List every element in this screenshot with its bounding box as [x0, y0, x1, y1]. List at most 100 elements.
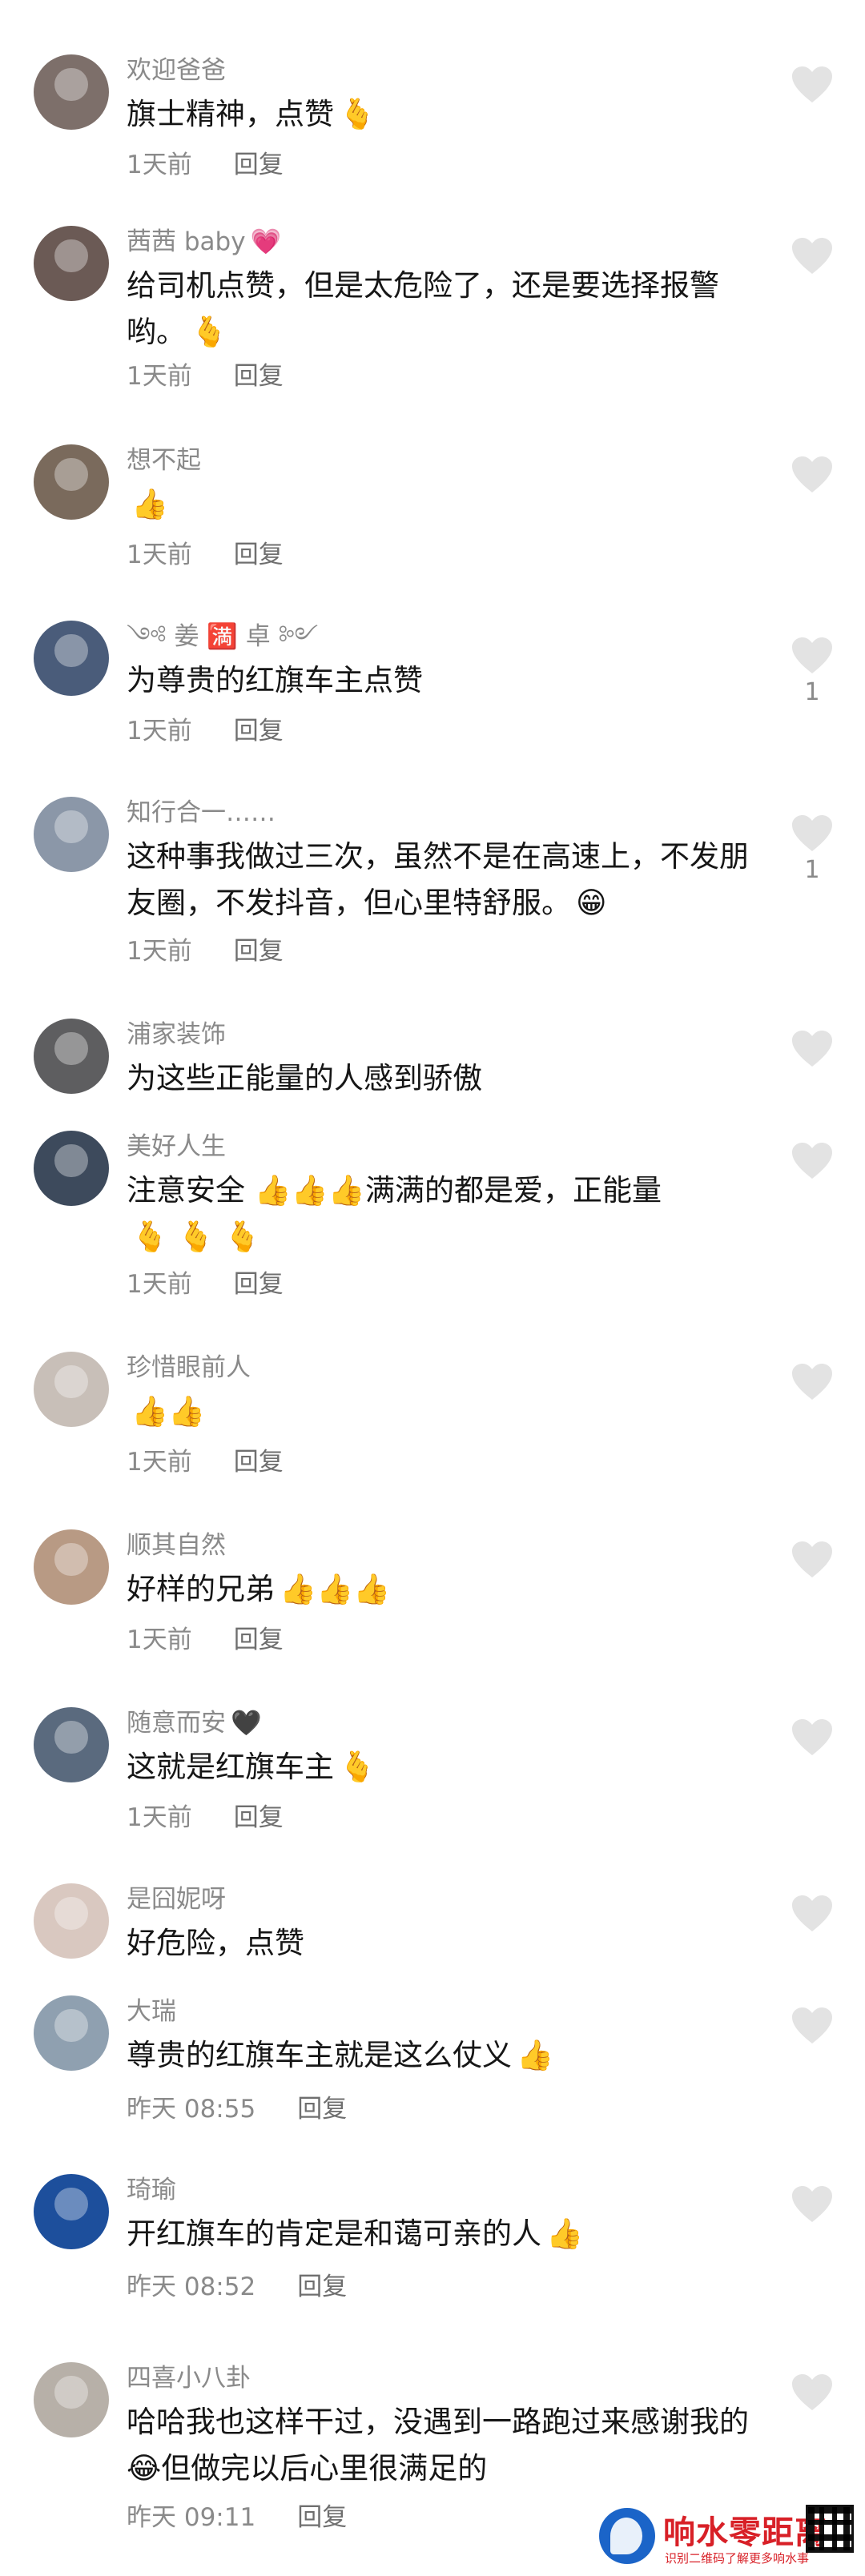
- comment-meta: 1天前 回复: [127, 935, 284, 967]
- avatar[interactable]: [34, 1131, 109, 1206]
- like-heart-icon[interactable]: [791, 237, 833, 275]
- comment-username[interactable]: 珍惜眼前人: [127, 1352, 251, 1384]
- avatar[interactable]: [34, 621, 109, 696]
- comment-time: 1天前: [127, 1626, 192, 1654]
- comment-body: 旗士精神，点赞: [127, 97, 334, 131]
- avatar[interactable]: [34, 1995, 109, 2071]
- comment-text: 哈哈我也这样干过，没遇到一路跑过来感谢我的😂但做完以后心里很满足的: [127, 2399, 751, 2492]
- comment-username[interactable]: 浦家装饰: [127, 1019, 226, 1051]
- comment-username[interactable]: 四喜小八卦: [127, 2362, 251, 2394]
- comment-item: 大瑞 尊贵的红旗车主就是这么仗义 👍 昨天 08:55 回复: [0, 1995, 865, 2124]
- comment-item: 浦家装饰为这些正能量的人感到骄傲: [0, 1019, 865, 1147]
- comment-username[interactable]: 顺其自然: [127, 1529, 226, 1561]
- reply-button[interactable]: 回复: [297, 2095, 347, 2124]
- comment-meta: 1天前 回复: [127, 149, 284, 181]
- watermark-title: 响水零距离: [663, 2514, 827, 2551]
- comment-item: ༺ 姜 🈵 卓 ༻ 为尊贵的红旗车主点赞 1天前 回复 1: [0, 621, 865, 749]
- watermark-subtitle: 识别二维码了解更多响水事: [665, 2551, 810, 2566]
- comment-username[interactable]: 随意而安 🖤: [127, 1707, 262, 1739]
- comment-emoji: 😁: [576, 886, 607, 920]
- comment-meta: 昨天 09:11 回复: [127, 2502, 347, 2534]
- comment-body: 开红旗车的肯定是和蔼可亲的人: [127, 2216, 541, 2251]
- reply-button[interactable]: 回复: [234, 1626, 284, 1654]
- comment-username[interactable]: 茜茜 baby 💗: [127, 226, 281, 258]
- comment-emoji: 👍: [131, 487, 169, 521]
- like-heart-icon[interactable]: [791, 1030, 833, 1068]
- comment-time: 1天前: [127, 1803, 192, 1832]
- comment-text: 这就是红旗车主 🫰: [127, 1744, 751, 1790]
- reply-button[interactable]: 回复: [234, 717, 284, 745]
- comment-text: 👍: [127, 481, 751, 528]
- comment-body: 哈哈我也这样干过，没遇到一路跑过来感谢我的😂但做完以后心里很满足的: [127, 2405, 749, 2486]
- reply-button[interactable]: 回复: [234, 937, 284, 966]
- like-heart-icon[interactable]: [791, 1895, 833, 1933]
- comment-text: 为这些正能量的人感到骄傲: [127, 1055, 751, 1102]
- comment-text: 这种事我做过三次，虽然不是在高速上，不发朋友圈，不发抖音，但心里特舒服。 😁: [127, 834, 751, 926]
- comment-time: 1天前: [127, 541, 192, 569]
- reply-button[interactable]: 回复: [234, 1803, 284, 1832]
- comment-item: 美好人生 注意安全 👍👍👍满满的都是爱，正能量 🫰 🫰 🫰 1天前 回复: [0, 1131, 865, 1299]
- like-heart-icon[interactable]: [791, 1718, 833, 1757]
- like-heart-icon[interactable]: [791, 66, 833, 104]
- reply-button[interactable]: 回复: [234, 1448, 284, 1477]
- comment-username[interactable]: 美好人生: [127, 1131, 226, 1163]
- comment-meta: 1天前 回复: [127, 1446, 284, 1478]
- comment-time: 1天前: [127, 151, 192, 179]
- comment-username[interactable]: 欢迎爸爸: [127, 54, 226, 86]
- comment-username-text: 茜茜 baby: [127, 227, 246, 256]
- comment-item: 珍惜眼前人 👍👍 1天前 回复: [0, 1352, 865, 1480]
- like-heart-icon[interactable]: [791, 1363, 833, 1401]
- comment-item: 四喜小八卦哈哈我也这样干过，没遇到一路跑过来感谢我的😂但做完以后心里很满足的昨天…: [0, 2362, 865, 2532]
- comment-username[interactable]: 大瑞: [127, 1995, 176, 2027]
- comment-item: 茜茜 baby 💗 给司机点赞，但是太危险了，还是要选择报警哟。 🫰 1天前 回复: [0, 226, 865, 391]
- like-heart-icon[interactable]: [791, 2185, 833, 2224]
- like-heart-icon[interactable]: [791, 456, 833, 494]
- comment-text: 给司机点赞，但是太危险了，还是要选择报警哟。 🫰: [127, 263, 751, 356]
- comment-time: 1天前: [127, 937, 192, 966]
- comment-meta: 1天前 回复: [127, 1624, 284, 1656]
- avatar[interactable]: [34, 1352, 109, 1427]
- avatar[interactable]: [34, 1883, 109, 1959]
- reply-button[interactable]: 回复: [234, 1270, 284, 1299]
- like-heart-icon[interactable]: [791, 637, 833, 675]
- comment-time: 昨天 08:52: [127, 2273, 256, 2301]
- comment-body: 注意安全 👍👍👍满满的都是爱，正能量: [127, 1173, 662, 1208]
- comment-item: 是囧妮呀好危险，点赞: [0, 1883, 865, 2011]
- avatar[interactable]: [34, 1707, 109, 1782]
- avatar[interactable]: [34, 2362, 109, 2437]
- comment-emoji: 🫰 🫰 🫰: [131, 1220, 261, 1254]
- reply-button[interactable]: 回复: [297, 2503, 347, 2532]
- reply-button[interactable]: 回复: [297, 2273, 347, 2301]
- comment-username[interactable]: 是囧妮呀: [127, 1883, 226, 1915]
- like-heart-icon[interactable]: [791, 814, 833, 853]
- comment-emoji: 👍: [517, 2038, 554, 2072]
- like-heart-icon[interactable]: [791, 1142, 833, 1180]
- comment-meta: 昨天 08:55 回复: [127, 2093, 347, 2125]
- avatar[interactable]: [34, 444, 109, 520]
- comment-body: 为尊贵的红旗车主点赞: [127, 663, 423, 697]
- avatar[interactable]: [34, 1529, 109, 1605]
- like-heart-icon[interactable]: [791, 2007, 833, 2045]
- comment-text: 好危险，点赞: [127, 1920, 751, 1967]
- watermark-logo-icon: [599, 2508, 655, 2564]
- reply-button[interactable]: 回复: [234, 362, 284, 391]
- comment-body: 这就是红旗车主: [127, 1750, 334, 1784]
- like-heart-icon[interactable]: [791, 1541, 833, 1579]
- reply-button[interactable]: 回复: [234, 151, 284, 179]
- avatar[interactable]: [34, 54, 109, 130]
- comment-time: 1天前: [127, 1448, 192, 1477]
- comment-username[interactable]: 想不起: [127, 444, 201, 476]
- comment-time: 昨天 08:55: [127, 2095, 256, 2124]
- comment-username[interactable]: 知行合一……: [127, 797, 276, 829]
- avatar[interactable]: [34, 226, 109, 301]
- comment-time: 昨天 09:11: [127, 2503, 256, 2532]
- avatar[interactable]: [34, 1019, 109, 1094]
- comment-username[interactable]: ༺ 姜 🈵 卓 ༻: [127, 621, 318, 653]
- comment-username[interactable]: 琦瑜: [127, 2174, 176, 2206]
- qr-code-icon: [806, 2505, 854, 2553]
- comment-emoji: 🫰: [339, 1750, 376, 1784]
- avatar[interactable]: [34, 2174, 109, 2249]
- reply-button[interactable]: 回复: [234, 541, 284, 569]
- like-heart-icon[interactable]: [791, 2373, 833, 2412]
- avatar[interactable]: [34, 797, 109, 872]
